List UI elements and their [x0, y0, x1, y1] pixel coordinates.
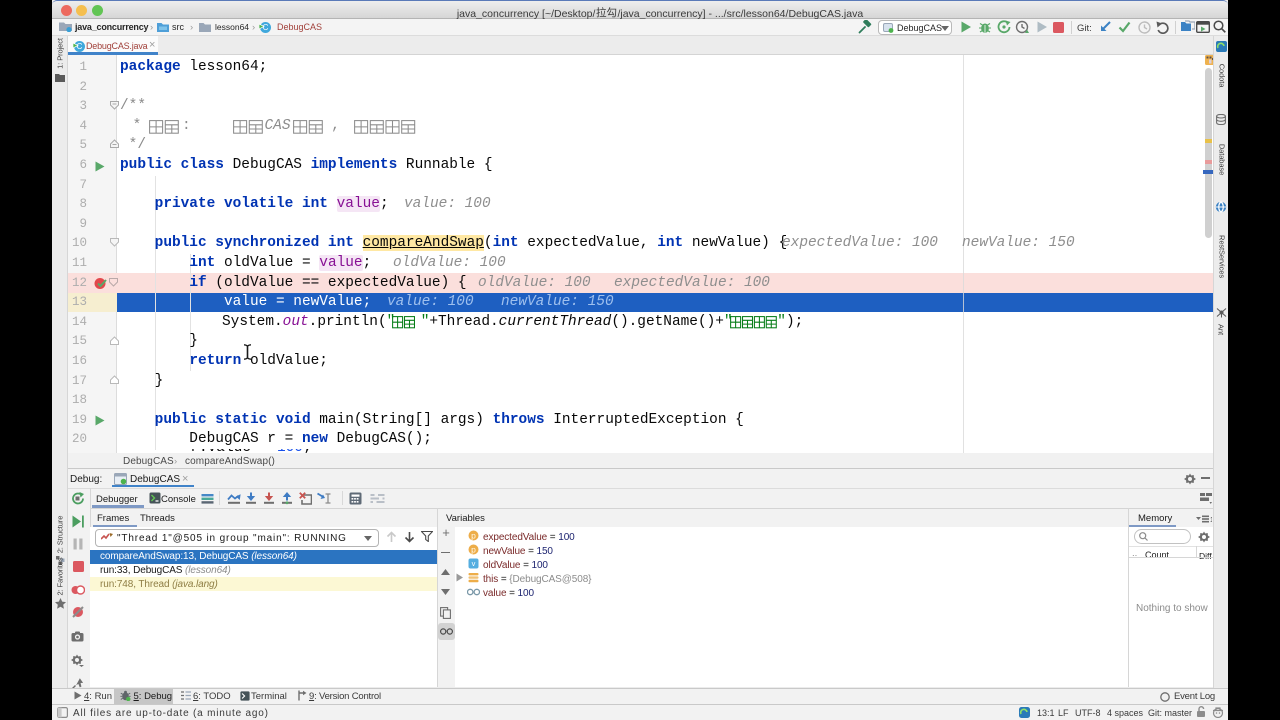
svg-text:v: v — [472, 559, 476, 568]
svg-text:C: C — [263, 23, 269, 32]
svg-text:p: p — [471, 544, 476, 554]
svg-text:p: p — [471, 530, 476, 540]
svg-text:C: C — [77, 42, 83, 51]
svg-text:1: 1 — [1210, 517, 1212, 523]
